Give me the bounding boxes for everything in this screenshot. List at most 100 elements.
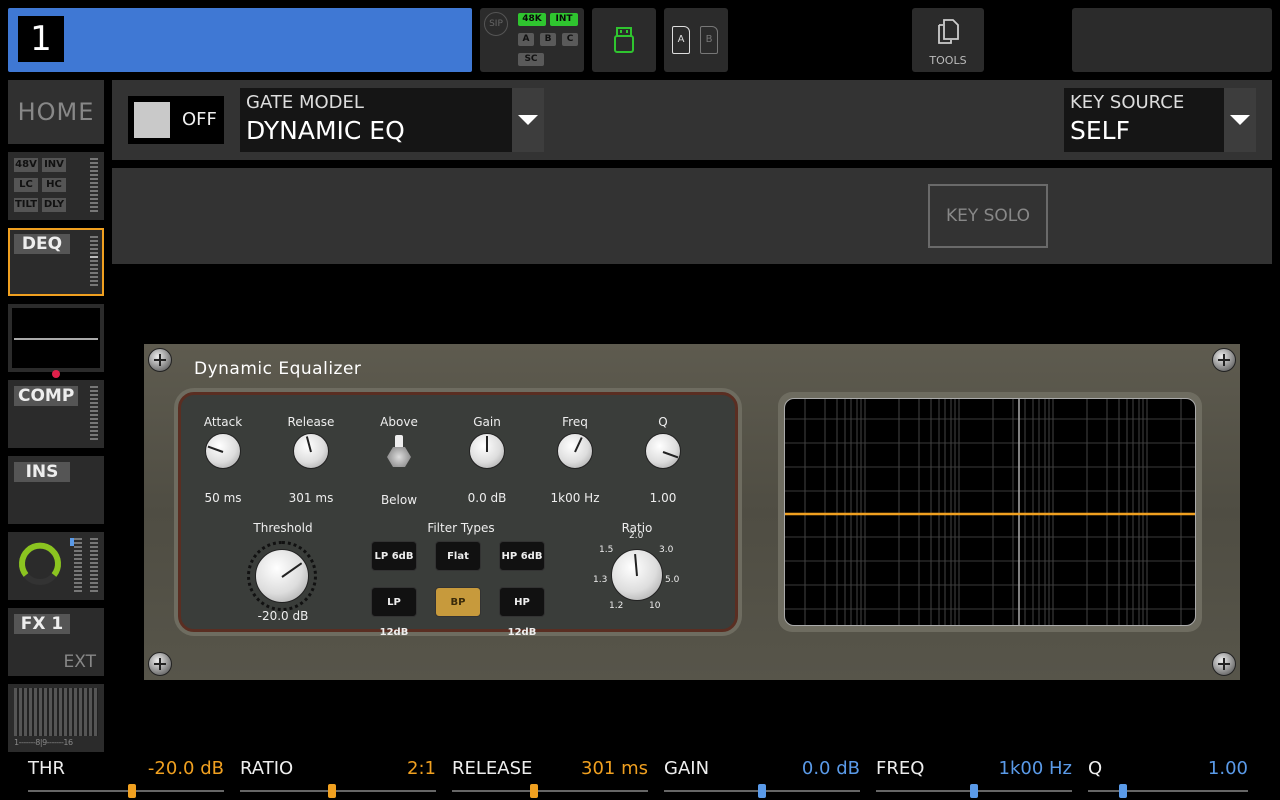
low-cut-tag: LC <box>14 178 38 192</box>
bus-meter-label: 1-------8|9-------16 <box>14 738 73 747</box>
release-value: 301 ms <box>288 491 334 505</box>
gain-knob[interactable] <box>469 433 505 469</box>
release-knob[interactable] <box>293 433 329 469</box>
sidebar-input-section[interactable]: 48V INV LC HC TILT DLY <box>8 152 104 220</box>
param-q-thumb[interactable] <box>1119 784 1128 798</box>
param-freq-thumb[interactable] <box>970 784 978 798</box>
sidebar-deq-section[interactable]: DEQ <box>8 228 104 296</box>
deq-label: DEQ <box>14 234 70 254</box>
freq-value: 1k00 Hz <box>550 491 600 505</box>
param-ratio-value: 2:1 <box>407 758 436 779</box>
param-ratio[interactable]: RATIO 2:1 <box>240 756 436 800</box>
ratio-tick: 10 <box>649 601 661 611</box>
param-q-track <box>1088 790 1248 792</box>
q-knob[interactable] <box>645 433 681 469</box>
screw-icon <box>1212 652 1236 676</box>
gate-on-off-toggle[interactable]: OFF <box>128 96 224 144</box>
comp-meter <box>90 386 98 442</box>
tools-label: TOOLS <box>929 54 967 67</box>
freq-knob[interactable] <box>557 433 593 469</box>
sip-icon: SIP <box>484 12 508 36</box>
param-ratio-thumb[interactable] <box>328 784 337 798</box>
card-a-tag: A <box>518 33 534 46</box>
threshold-knob[interactable] <box>255 549 309 603</box>
key-source-select[interactable]: KEY SOURCE SELF <box>1064 88 1256 152</box>
phantom-tag: 48V <box>14 158 38 172</box>
threshold-value: -20.0 dB <box>257 609 309 623</box>
ratio-knob[interactable] <box>611 549 663 601</box>
attack-value: 50 ms <box>204 491 242 505</box>
ratio-tick: 1.3 <box>593 575 608 585</box>
card-ab-button[interactable]: A B <box>664 8 728 72</box>
param-gain-thumb[interactable] <box>758 784 766 798</box>
top-right-panel[interactable] <box>1072 8 1272 72</box>
filter-hp6-button[interactable]: HP 6dB <box>499 541 545 571</box>
above-below-switch[interactable] <box>387 435 413 467</box>
param-ratio-name: RATIO <box>240 758 294 779</box>
param-freq[interactable]: FREQ 1k00 Hz <box>876 756 1072 800</box>
filter-lp12-button[interactable]: LP 12dB <box>371 587 417 638</box>
sidebar-gate-section[interactable] <box>8 304 104 378</box>
param-q[interactable]: Q 1.00 <box>1088 756 1248 800</box>
screw-icon <box>148 652 172 676</box>
usb-icon <box>614 27 634 53</box>
filter-bp-button[interactable]: BP <box>435 587 481 617</box>
tools-button[interactable]: TOOLS <box>912 8 984 72</box>
card-a-icon: A <box>672 26 690 54</box>
param-q-value: 1.00 <box>1207 758 1248 779</box>
param-thr-track <box>28 790 224 792</box>
sidebar-ins-section[interactable]: INS <box>8 456 104 524</box>
card-c-tag: C <box>562 33 578 46</box>
screw-icon <box>1212 348 1236 372</box>
pan-ring-icon <box>19 542 61 585</box>
filter-hp12-button[interactable]: HP 12dB <box>499 587 545 638</box>
sidebar-comp-section[interactable]: COMP <box>8 380 104 448</box>
param-thr-value: -20.0 dB <box>147 758 224 779</box>
sidebar-bus-meters[interactable]: 1-------8|9-------16 <box>8 684 104 752</box>
sip-status-panel[interactable]: SIP 48K INT A B C SC <box>480 8 584 72</box>
param-gain[interactable]: GAIN 0.0 dB <box>664 756 860 800</box>
param-release-thumb[interactable] <box>530 784 539 798</box>
param-ratio-track <box>240 790 436 792</box>
q-value: 1.00 <box>649 491 677 505</box>
gate-model-label: GATE MODEL <box>246 92 364 113</box>
release-label: Release <box>287 415 335 429</box>
key-solo-button[interactable]: KEY SOLO <box>928 184 1048 248</box>
key-source-label: KEY SOURCE <box>1070 92 1185 113</box>
param-thr-thumb[interactable] <box>127 784 136 798</box>
fx-label: FX 1 <box>14 614 70 634</box>
filter-flat-button[interactable]: Flat <box>435 541 481 571</box>
tilt-tag: TILT <box>14 198 38 212</box>
ratio-tick: 1.5 <box>599 545 614 555</box>
param-release[interactable]: RELEASE 301 ms <box>452 756 648 800</box>
gate-options-bar <box>112 168 1272 264</box>
documents-icon <box>938 19 959 44</box>
channel-select-bar[interactable]: 1 <box>8 8 472 72</box>
home-button[interactable]: HOME <box>8 80 104 144</box>
channel-meter-right <box>90 538 98 594</box>
toggle-indicator <box>134 102 170 138</box>
param-gain-name: GAIN <box>664 758 710 779</box>
eq-response-graph[interactable] <box>784 398 1196 626</box>
chevron-down-icon[interactable] <box>512 88 544 152</box>
gain-label: Gain <box>473 415 501 429</box>
eq-graph-frame <box>778 392 1202 632</box>
usb-button[interactable] <box>592 8 656 72</box>
delay-tag: DLY <box>42 198 66 212</box>
gain-value: 0.0 dB <box>467 491 507 505</box>
threshold-label: Threshold <box>253 521 313 535</box>
q-label: Q <box>658 415 668 429</box>
key-source-value: SELF <box>1070 116 1130 145</box>
chevron-down-icon[interactable] <box>1224 88 1256 152</box>
param-thr[interactable]: THR -20.0 dB <box>28 756 224 800</box>
param-freq-value: 1k00 Hz <box>998 758 1073 779</box>
sidebar-fx-section[interactable]: FX 1 EXT <box>8 608 104 676</box>
sc-tag: SC <box>518 53 544 66</box>
below-label: Below <box>380 493 418 507</box>
ratio-tick: 1.2 <box>609 601 624 611</box>
attack-knob[interactable] <box>205 433 241 469</box>
filter-lp6-button[interactable]: LP 6dB <box>371 541 417 571</box>
gate-model-select[interactable]: GATE MODEL DYNAMIC EQ <box>240 88 544 152</box>
param-thr-name: THR <box>28 758 66 779</box>
sidebar-fader-section[interactable] <box>8 532 104 600</box>
